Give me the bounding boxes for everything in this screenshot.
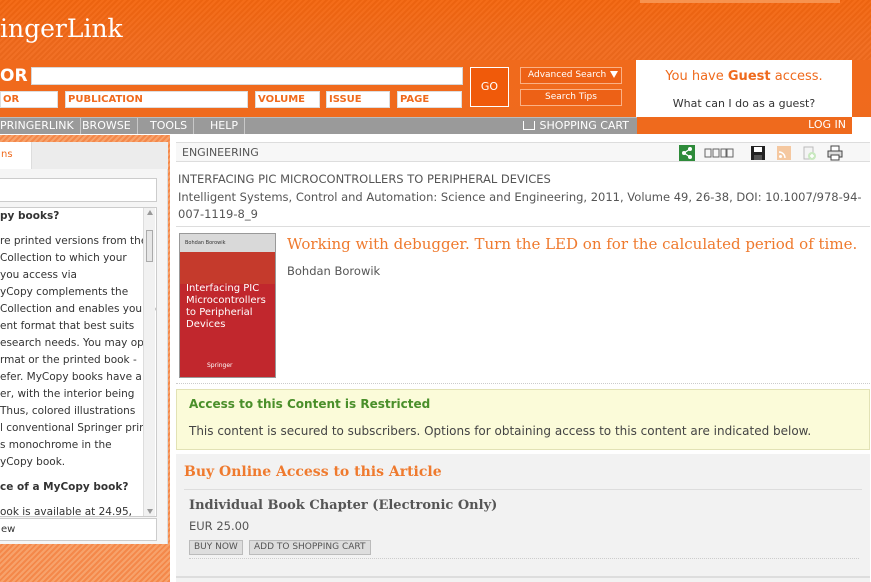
article-author[interactable]: Bohdan Borowik xyxy=(287,264,380,278)
advanced-search-label: Advanced Search xyxy=(528,70,607,80)
faq-line: ook is available at 24.95, xyxy=(0,506,133,517)
buy-now-button[interactable]: BUY NOW xyxy=(189,540,243,555)
header-top-strip xyxy=(640,0,840,3)
share-icon[interactable] xyxy=(679,145,695,161)
chapter-book-title[interactable]: INTERFACING PIC MICROCONTROLLERS TO PERI… xyxy=(178,172,551,186)
cart-icon xyxy=(522,121,535,130)
guest-suffix: access. xyxy=(770,69,823,84)
buy-divider xyxy=(184,489,862,490)
faq-line: er, with the interior being xyxy=(0,388,135,400)
search-input[interactable] xyxy=(31,67,463,85)
page-field[interactable]: PAGE xyxy=(397,91,462,108)
breadcrumb: ENGINEERING xyxy=(176,142,870,162)
nav-item-springerlink[interactable]: PRINGERLINK xyxy=(0,118,81,134)
nav-item-browse[interactable]: BROWSE xyxy=(76,118,138,134)
guest-access-text: You have Guest access. xyxy=(636,69,852,84)
print-icon[interactable] xyxy=(827,145,843,161)
citation-icon[interactable] xyxy=(704,145,734,161)
springer-logo: Springer xyxy=(207,362,233,369)
site-logo[interactable]: ingerLink xyxy=(0,14,123,43)
faq-line: Thus, colored illustrations xyxy=(0,405,136,417)
faq-line: Collection and enables you to xyxy=(0,303,156,315)
dotted-divider xyxy=(176,383,870,384)
price: EUR 25.00 xyxy=(189,519,250,533)
rss-icon[interactable] xyxy=(776,145,792,161)
scroll-thumb[interactable] xyxy=(146,230,153,262)
sidebar-tab[interactable]: ns xyxy=(0,142,32,170)
chapter-metadata: Intelligent Systems, Control and Automat… xyxy=(178,190,862,221)
login-button[interactable]: LOG IN xyxy=(637,117,852,134)
faq-line: esearch needs. You may opt xyxy=(0,337,148,349)
faq-line: yCopy complements the xyxy=(0,286,129,298)
purchase-option-title: Individual Book Chapter (Electronic Only… xyxy=(189,498,498,513)
bottom-divider xyxy=(176,576,870,578)
breadcrumb-engineering[interactable]: ENGINEERING xyxy=(182,146,259,159)
save-icon[interactable] xyxy=(750,145,766,161)
dropdown-arrow-icon xyxy=(610,71,618,78)
shopping-cart-label: SHOPPING CART xyxy=(539,119,629,132)
restricted-title: Access to this Content is Restricted xyxy=(189,397,431,411)
volume-field[interactable]: VOLUME xyxy=(255,91,320,108)
cover-title: Interfacing PIC Microcontrollers to Peri… xyxy=(186,283,266,330)
scroll-down-icon[interactable] xyxy=(147,509,153,514)
scroll-up-icon[interactable] xyxy=(147,210,153,215)
faq-line: Collection to which your xyxy=(0,252,127,264)
main-nav: PRINGERLINK BROWSE TOOLS HELP SHOPPING C… xyxy=(0,117,637,134)
cover-stripe xyxy=(180,252,275,284)
faq-line: ent format that best suits xyxy=(0,320,135,332)
divider xyxy=(176,226,870,227)
article-title: Working with debugger. Turn the LED on f… xyxy=(287,235,858,253)
sidebar-scrollbar[interactable] xyxy=(143,208,155,516)
book-cover-image[interactable]: Bohdan Borowik Interfacing PIC Microcont… xyxy=(179,233,276,378)
buy-heading: Buy Online Access to this Article xyxy=(184,464,442,480)
faq-line: l conventional Springer print xyxy=(0,422,150,434)
mycopy-info-text: py books? re printed versions from the C… xyxy=(0,207,157,517)
faq-line: efer. MyCopy books have a xyxy=(0,371,142,383)
faq-question: ce of a MyCopy book? xyxy=(0,481,129,493)
faq-line: s monochrome in the xyxy=(0,439,112,451)
faq-line: rmat or the printed book - xyxy=(0,354,137,366)
publication-field[interactable]: PUBLICATION xyxy=(65,91,248,108)
sidebar-bottom-link[interactable]: ew xyxy=(0,518,157,541)
guest-help-link[interactable]: What can I do as a guest? xyxy=(636,97,852,110)
faq-line: re printed versions from the xyxy=(0,235,148,247)
buy-access-section: Buy Online Access to this Article Indivi… xyxy=(176,454,870,582)
access-restricted-notice: Access to this Content is Restricted Thi… xyxy=(176,389,870,450)
guest-prefix: You have xyxy=(665,69,728,84)
shopping-cart-link[interactable]: SHOPPING CART xyxy=(522,118,629,134)
nav-item-tools[interactable]: TOOLS xyxy=(144,118,195,134)
cover-author: Bohdan Borowik xyxy=(185,240,226,246)
faq-line: yCopy book. xyxy=(0,456,66,468)
restricted-text: This content is secured to subscribers. … xyxy=(189,424,812,438)
go-button[interactable]: GO xyxy=(470,67,509,107)
guest-access-box: You have Guest access. What can I do as … xyxy=(636,60,852,117)
sidebar-input[interactable] xyxy=(0,178,157,202)
guest-bold: Guest xyxy=(727,69,771,84)
faq-line: you access via xyxy=(0,269,77,281)
dotted-divider xyxy=(189,558,859,559)
author-field[interactable]: OR xyxy=(0,91,58,108)
search-for-label: OR xyxy=(0,66,28,86)
nav-item-help[interactable]: HELP xyxy=(204,118,245,134)
faq-question: py books? xyxy=(0,210,60,222)
search-tips-button[interactable]: Search Tips xyxy=(520,89,622,106)
advanced-search-button[interactable]: Advanced Search xyxy=(520,67,622,84)
issue-field[interactable]: ISSUE xyxy=(326,91,390,108)
add-to-cart-button[interactable]: ADD TO SHOPPING CART xyxy=(249,540,371,555)
add-document-icon[interactable] xyxy=(801,145,817,161)
